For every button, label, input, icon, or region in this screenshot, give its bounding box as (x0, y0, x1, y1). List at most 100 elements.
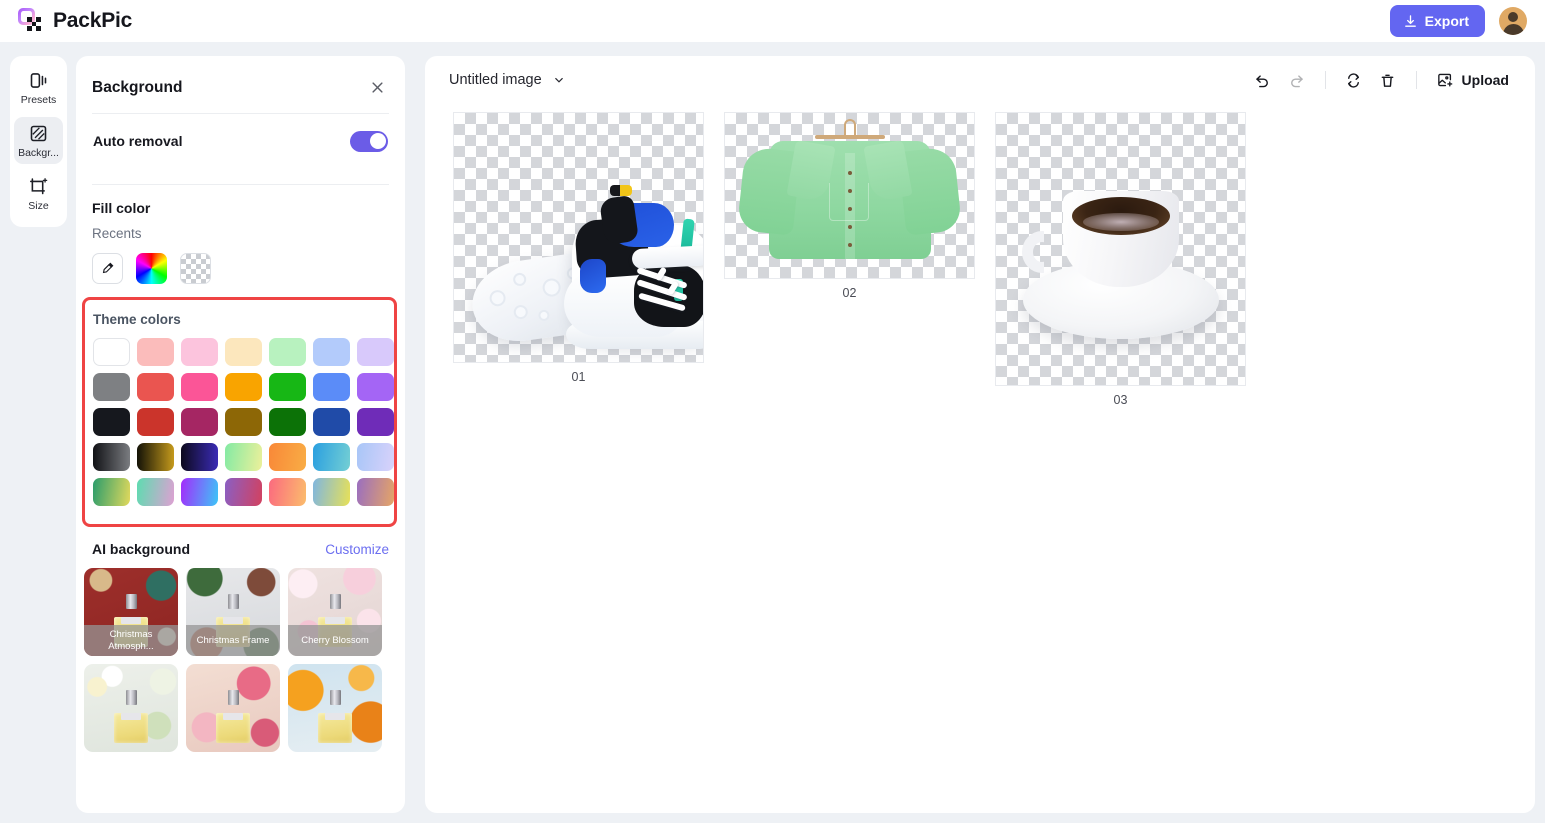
export-button[interactable]: Export (1389, 5, 1485, 37)
auto-removal-toggle[interactable] (350, 130, 388, 152)
color-swatch-dark-red[interactable] (137, 408, 174, 436)
color-swatch-hot-pink[interactable] (181, 373, 218, 401)
image-thumbnail-01[interactable] (453, 112, 704, 363)
packpic-logo-icon (18, 8, 44, 34)
sneakers-artwork (454, 113, 703, 362)
color-swatch-gradient-teal-pink[interactable] (137, 478, 174, 506)
ai-background-card-6[interactable] (288, 664, 382, 752)
upload-button[interactable]: Upload (1428, 66, 1515, 94)
ai-background-card-4[interactable] (84, 664, 178, 752)
rail-item-presets-label: Presets (20, 94, 57, 106)
ai-background-grid: Christmas Atmosph... Christmas Frame Cherr… (76, 557, 405, 752)
background-hatch-icon (30, 125, 47, 142)
avatar[interactable] (1499, 7, 1527, 35)
list-item: 02 (724, 112, 975, 300)
color-swatch-purple[interactable] (357, 373, 394, 401)
fill-color-title: Fill color (92, 200, 151, 216)
color-swatch-gradient-blue-yellow[interactable] (313, 478, 350, 506)
color-swatch-gradient-blue-cyan[interactable] (313, 443, 350, 471)
color-swatch-light-cream[interactable] (225, 338, 262, 366)
theme-colors-title: Theme colors (93, 312, 181, 327)
rainbow-swatch[interactable] (136, 253, 167, 284)
color-swatch-gradient-pink-orange[interactable] (269, 478, 306, 506)
ai-background-header: AI background Customize (76, 527, 405, 557)
ai-background-label: Cherry Blossom (288, 625, 382, 656)
image-caption: 02 (842, 286, 857, 300)
color-swatch-dark-magenta[interactable] (181, 408, 218, 436)
color-swatch-light-pink[interactable] (181, 338, 218, 366)
divider (1324, 71, 1326, 89)
brand-name: PackPic (53, 9, 133, 32)
perfume-bottle-icon (216, 690, 250, 743)
upload-button-label: Upload (1461, 72, 1509, 88)
color-swatch-gradient-green-yellow[interactable] (225, 443, 262, 471)
color-swatch-dark-blue[interactable] (313, 408, 350, 436)
panel-header: Background (76, 56, 405, 97)
image-caption: 03 (1113, 393, 1128, 407)
image-thumbnail-02[interactable] (724, 112, 975, 279)
reset-button[interactable] (1337, 65, 1371, 95)
color-swatch-near-black[interactable] (93, 408, 130, 436)
color-swatch-dark-purple[interactable] (357, 408, 394, 436)
rail-item-background-label: Backgr... (18, 147, 59, 159)
list-item: 03 (995, 112, 1246, 407)
color-swatch-red[interactable] (137, 373, 174, 401)
recents-label: Recents (92, 226, 142, 241)
color-swatch-gradient-purple-orange[interactable] (357, 478, 394, 506)
ai-background-card-3[interactable]: Cherry Blossom (288, 568, 382, 656)
canvas-area: Untitled image Upload 01 02 03 (425, 56, 1535, 813)
color-swatch-gradient-purple-cyan[interactable] (181, 478, 218, 506)
document-name-dropdown[interactable]: Untitled image (449, 72, 566, 88)
color-swatch-gradient-purple-red[interactable] (225, 478, 262, 506)
color-swatch-gradient-green-lime[interactable] (93, 478, 130, 506)
color-swatch-white[interactable] (93, 338, 130, 366)
tool-rail: Presets Backgr... Size (10, 56, 67, 227)
color-swatch-gradient-black-gold[interactable] (137, 443, 174, 471)
document-name: Untitled image (449, 72, 542, 88)
color-swatch-orange[interactable] (225, 373, 262, 401)
undo-icon (1256, 74, 1268, 87)
export-button-label: Export (1424, 13, 1469, 29)
theme-colors-grid (85, 327, 394, 506)
refresh-icon (1348, 72, 1360, 88)
delete-button[interactable] (1371, 65, 1405, 95)
customize-link[interactable]: Customize (325, 542, 389, 557)
color-swatch-blue[interactable] (313, 373, 350, 401)
color-swatch-gradient-black-indigo[interactable] (181, 443, 218, 471)
color-swatch-gradient-black-gray[interactable] (93, 443, 130, 471)
redo-button[interactable] (1280, 65, 1314, 95)
ai-background-card-5[interactable] (186, 664, 280, 752)
color-swatch-light-purple[interactable] (357, 338, 394, 366)
color-swatch-gray[interactable] (93, 373, 130, 401)
close-icon[interactable] (368, 78, 387, 97)
coffee-cup-artwork (996, 113, 1245, 385)
color-swatch-light-green[interactable] (269, 338, 306, 366)
rail-item-size-label: Size (28, 200, 49, 212)
color-swatch-light-salmon[interactable] (137, 338, 174, 366)
rail-item-size[interactable]: Size (14, 170, 63, 217)
color-swatch-gradient-blue-lavender[interactable] (357, 443, 394, 471)
ai-background-card-1[interactable]: Christmas Atmosph... (84, 568, 178, 656)
theme-colors-section: Theme colors (82, 297, 397, 527)
image-thumbnail-list: 01 02 03 (425, 104, 1535, 407)
color-swatch-gradient-orange[interactable] (269, 443, 306, 471)
crop-resize-icon (30, 178, 48, 195)
transparent-swatch[interactable] (180, 253, 211, 284)
color-swatch-dark-gold[interactable] (225, 408, 262, 436)
divider (1415, 71, 1417, 89)
color-swatch-dark-green[interactable] (269, 408, 306, 436)
color-swatch-light-blue[interactable] (313, 338, 350, 366)
brand[interactable]: PackPic (18, 8, 132, 34)
color-swatch-green[interactable] (269, 373, 306, 401)
panel-scroll-area[interactable]: Background Auto removal Fill color Recen… (76, 56, 405, 813)
chevron-down-icon (554, 77, 563, 83)
undo-button[interactable] (1246, 65, 1280, 95)
perfume-bottle-icon (114, 690, 148, 743)
ai-background-card-2[interactable]: Christmas Frame (186, 568, 280, 656)
rail-item-presets[interactable]: Presets (14, 64, 63, 111)
ai-background-label: Christmas Frame (186, 625, 280, 656)
image-thumbnail-03[interactable] (995, 112, 1246, 386)
rail-item-background[interactable]: Backgr... (14, 117, 63, 164)
eyedropper-button[interactable] (92, 253, 123, 284)
perfume-bottle-icon (318, 690, 352, 743)
